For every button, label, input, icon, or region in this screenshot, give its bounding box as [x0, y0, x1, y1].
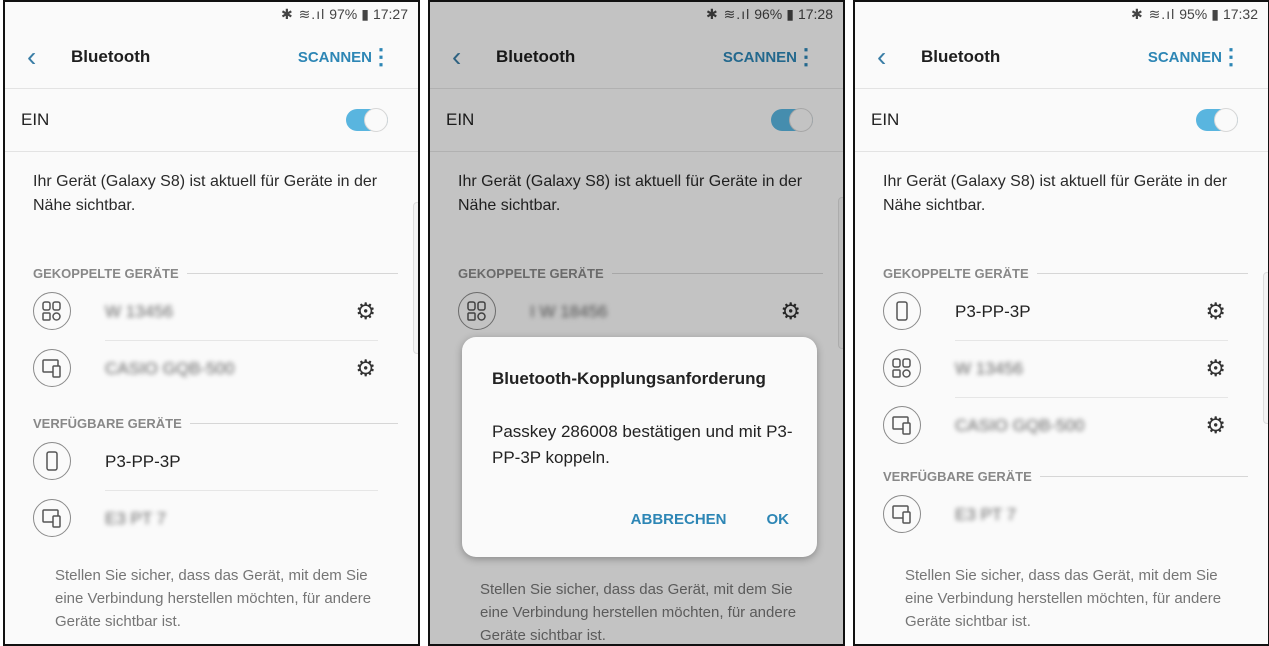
tablet-phone-icon — [33, 349, 71, 387]
device-name: E3 PT 7 — [955, 505, 1017, 524]
battery-percent: 95% — [1179, 6, 1208, 22]
multi-device-icon — [33, 292, 71, 330]
tablet-phone-icon — [33, 499, 71, 537]
section-line — [186, 272, 398, 274]
visibility-description: Ihr Gerät (Galaxy S8) ist aktuell für Ge… — [883, 173, 1228, 214]
more-options-icon[interactable]: ⋮ — [370, 46, 392, 68]
screen-1: ✱ ≋.ıl 97% ▮ 17:27 ‹ Bluetooth SCANNEN ⋮… — [3, 0, 420, 646]
page-title: Bluetooth — [71, 47, 151, 66]
section-line — [189, 422, 398, 424]
battery-icon: ▮ — [361, 5, 369, 22]
phone-icon — [883, 292, 921, 330]
status-icons: ✱ ≋.ıl — [280, 5, 326, 22]
device-name: W 13456 — [955, 359, 1024, 378]
back-icon[interactable]: ‹ — [877, 43, 886, 71]
available-device-item[interactable]: E3 PT 7 — [5, 491, 418, 548]
gear-icon[interactable]: ⚙ — [355, 299, 376, 323]
page-title: Bluetooth — [921, 47, 1001, 66]
paired-device-item[interactable]: CASIO GQB-500 ⚙ — [5, 341, 418, 398]
device-name: CASIO GQB-500 — [955, 416, 1085, 435]
paired-device-item[interactable]: CASIO GQB-500 ⚙ — [855, 398, 1268, 455]
back-icon[interactable]: ‹ — [27, 43, 36, 71]
gear-icon[interactable]: ⚙ — [1205, 413, 1226, 437]
section-label: VERFÜGBARE GERÄTE — [883, 468, 1032, 484]
switch-knob — [1214, 108, 1238, 132]
paired-devices-header: GEKOPPELTE GERÄTE — [5, 262, 418, 284]
dialog-buttons: ABBRECHEN OK — [631, 511, 789, 528]
device-name: P3-PP-3P — [105, 452, 181, 471]
paired-device-item[interactable]: W 13456 ⚙ — [855, 341, 1268, 398]
bluetooth-switch[interactable] — [1196, 108, 1238, 132]
section-line — [1036, 272, 1248, 274]
dialog-message: Passkey 286008 bestätigen und mit P3-PP-… — [492, 422, 793, 467]
available-devices-header: VERFÜGBARE GERÄTE — [5, 412, 418, 434]
visibility-description: Ihr Gerät (Galaxy S8) ist aktuell für Ge… — [33, 173, 378, 214]
device-name: P3-PP-3P — [955, 302, 1031, 321]
device-name: CASIO GQB-500 — [105, 359, 235, 378]
bluetooth-toggle-row[interactable]: EIN — [5, 89, 418, 151]
paired-device-item[interactable]: W 13456 ⚙ — [5, 284, 418, 341]
tablet-phone-icon — [883, 406, 921, 444]
edge-panel-handle[interactable] — [1263, 272, 1268, 424]
status-icons: ✱ ≋.ıl — [1130, 5, 1176, 22]
dialog-title: Bluetooth-Kopplungsanforderung — [492, 369, 766, 388]
toggle-label: EIN — [871, 110, 900, 129]
battery-icon: ▮ — [1211, 5, 1219, 22]
clock: 17:27 — [372, 6, 408, 22]
cancel-button[interactable]: ABBRECHEN — [631, 511, 727, 528]
status-bar: ✱ ≋.ıl 95% ▮ 17:32 — [855, 2, 1268, 26]
screen-3: ✱ ≋.ıl 95% ▮ 17:32 ‹ Bluetooth SCANNEN ⋮… — [853, 0, 1269, 646]
available-device-item[interactable]: P3-PP-3P — [5, 434, 418, 491]
available-device-item[interactable]: E3 PT 7 — [855, 487, 1268, 544]
section-label: VERFÜGBARE GERÄTE — [33, 415, 182, 431]
screen-2: ✱ ≋.ıl 96% ▮ 17:28 ‹ Bluetooth SCANNEN ⋮… — [428, 0, 845, 646]
status-bar: ✱ ≋.ıl 97% ▮ 17:27 — [5, 2, 418, 26]
toggle-label: EIN — [21, 110, 50, 129]
gear-icon[interactable]: ⚙ — [1205, 299, 1226, 323]
edge-panel-handle[interactable] — [413, 202, 418, 354]
device-name: E3 PT 7 — [105, 509, 167, 528]
app-bar: ‹ Bluetooth SCANNEN ⋮ — [855, 26, 1268, 88]
clock: 17:32 — [1222, 6, 1258, 22]
section-label: GEKOPPELTE GERÄTE — [883, 265, 1029, 281]
paired-device-item[interactable]: P3-PP-3P ⚙ — [855, 284, 1268, 341]
more-options-icon[interactable]: ⋮ — [1220, 46, 1242, 68]
scan-button[interactable]: SCANNEN — [1148, 49, 1222, 66]
paired-devices-header: GEKOPPELTE GERÄTE — [855, 262, 1268, 284]
phone-icon — [33, 442, 71, 480]
device-name: W 13456 — [105, 302, 174, 321]
tablet-phone-icon — [883, 495, 921, 533]
battery-percent: 97% — [329, 6, 358, 22]
app-bar: ‹ Bluetooth SCANNEN ⋮ — [5, 26, 418, 88]
multi-device-icon — [883, 349, 921, 387]
scan-button[interactable]: SCANNEN — [298, 49, 372, 66]
gear-icon[interactable]: ⚙ — [1205, 356, 1226, 380]
pairing-dialog: Bluetooth-Kopplungsanforderung Passkey 2… — [462, 337, 817, 557]
ok-button[interactable]: OK — [767, 511, 790, 528]
switch-knob — [364, 108, 388, 132]
section-label: GEKOPPELTE GERÄTE — [33, 265, 179, 281]
visibility-hint: Stellen Sie sicher, dass das Gerät, mit … — [55, 567, 372, 630]
available-devices-header: VERFÜGBARE GERÄTE — [855, 465, 1268, 487]
visibility-hint: Stellen Sie sicher, dass das Gerät, mit … — [905, 567, 1222, 630]
section-line — [1039, 475, 1248, 477]
bluetooth-switch[interactable] — [346, 108, 388, 132]
gear-icon[interactable]: ⚙ — [355, 356, 376, 380]
bluetooth-toggle-row[interactable]: EIN — [855, 89, 1268, 151]
